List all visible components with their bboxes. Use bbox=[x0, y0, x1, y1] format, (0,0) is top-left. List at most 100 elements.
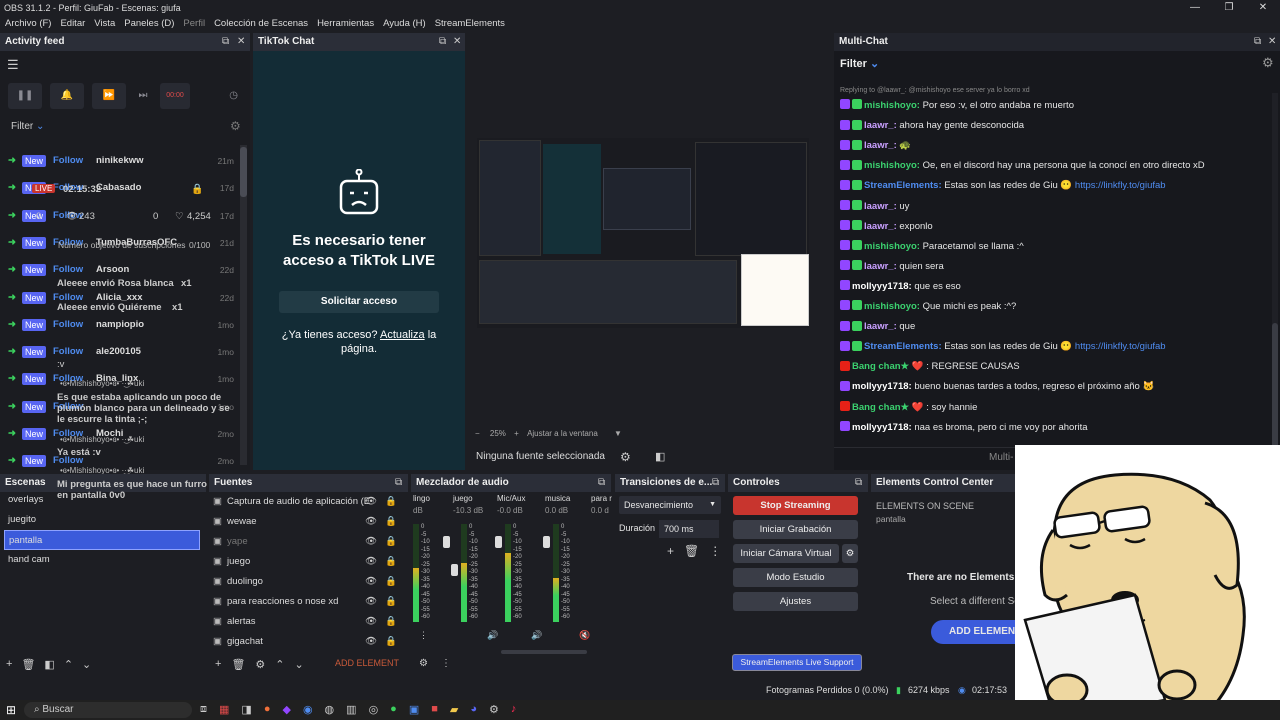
volume-slider[interactable] bbox=[451, 564, 458, 576]
trash-icon[interactable]: 🗑 bbox=[684, 544, 699, 558]
volume-slider[interactable] bbox=[495, 536, 502, 548]
zoom-in-icon[interactable]: + bbox=[514, 429, 519, 438]
chat-user[interactable]: mollyyy1718: bbox=[852, 281, 912, 292]
chat-user[interactable]: Bang chan★ ❤️ bbox=[852, 402, 924, 413]
chat-link[interactable]: https://linkfly.to/giufab bbox=[1075, 180, 1166, 191]
twitch-app-icon[interactable]: ◆ bbox=[282, 703, 290, 716]
taskbar-search[interactable]: ⌕ Buscar bbox=[24, 702, 192, 718]
float-icon[interactable]: ⧉ bbox=[855, 474, 862, 492]
chat-input[interactable]: Multi- bbox=[989, 452, 1013, 463]
add-icon[interactable]: + bbox=[215, 658, 221, 671]
close-icon[interactable]: ✕ bbox=[453, 33, 461, 51]
settings-app-icon[interactable]: ⚙ bbox=[489, 703, 499, 716]
filter-icon[interactable]: ◧ bbox=[44, 658, 54, 671]
filter-icon[interactable]: ◧ bbox=[655, 446, 665, 468]
gear-icon[interactable]: ⚙ bbox=[230, 119, 241, 133]
gear-icon[interactable]: ⚙ bbox=[842, 544, 858, 563]
minimize-button[interactable]: — bbox=[1178, 0, 1212, 16]
windows-icon[interactable]: ⊞ bbox=[6, 703, 16, 717]
activity-scrollbar[interactable] bbox=[240, 145, 247, 465]
chat-user[interactable]: Bang chan★ ❤️ bbox=[852, 361, 924, 372]
visibility-eye-icon[interactable]: 👁 bbox=[365, 492, 377, 512]
hamburger-icon[interactable]: ☰ bbox=[7, 57, 19, 73]
menu-ayuda[interactable]: Ayuda (H) bbox=[383, 16, 426, 32]
chevron-down-icon[interactable]: ▼ bbox=[614, 429, 622, 438]
float-icon[interactable]: ⧉ bbox=[1254, 33, 1261, 51]
zoom-out-icon[interactable]: − bbox=[475, 429, 480, 438]
chat-user[interactable]: StreamElements: bbox=[864, 341, 942, 352]
visibility-eye-icon[interactable]: 👁 bbox=[365, 532, 377, 552]
menu-coleccion-escenas[interactable]: Colección de Escenas bbox=[214, 16, 308, 32]
task-view-icon[interactable]: ⧈ bbox=[200, 703, 207, 716]
program-preview[interactable] bbox=[477, 138, 809, 328]
next-icon[interactable]: ⏭ bbox=[134, 83, 152, 109]
browser-app-icon[interactable]: ● bbox=[264, 703, 271, 716]
float-icon[interactable]: ⧉ bbox=[712, 474, 719, 492]
up-icon[interactable]: ⌃ bbox=[275, 658, 284, 671]
up-icon[interactable]: ⌃ bbox=[64, 658, 73, 671]
mixer-settings-icon[interactable]: ⚙ bbox=[419, 658, 428, 669]
volume-slider[interactable] bbox=[543, 536, 550, 548]
source-item[interactable]: ▣ para reacciones o nose xd 👁 🔒 bbox=[213, 592, 409, 612]
speaker-icon[interactable]: 🔊 bbox=[531, 630, 542, 641]
chat-user[interactable]: mollyyy1718: bbox=[852, 381, 912, 392]
chat-user[interactable]: laawr_: bbox=[864, 120, 897, 131]
settings-button[interactable]: Ajustes bbox=[733, 592, 858, 611]
source-item[interactable]: ▣ duolingo 👁 🔒 bbox=[213, 572, 409, 592]
start-recording-button[interactable]: Iniciar Grabación bbox=[733, 520, 858, 539]
lock-icon[interactable]: 🔒 bbox=[385, 512, 397, 532]
chat-user[interactable]: laawr_: bbox=[864, 140, 897, 151]
source-item[interactable]: ▣ alertas 👁 🔒 bbox=[213, 612, 409, 632]
menu-paneles[interactable]: Paneles (D) bbox=[124, 16, 174, 32]
chat-user[interactable]: mishishoyo: bbox=[864, 241, 920, 252]
close-icon[interactable]: ✕ bbox=[1268, 33, 1276, 51]
chevron-down-icon[interactable]: ⌄ bbox=[82, 658, 91, 671]
feed-row[interactable]: ➜ New Follow ale200105 1mo bbox=[0, 342, 240, 362]
scene-item[interactable]: hand cam bbox=[4, 550, 200, 570]
start-virtual-camera-button[interactable]: Iniciar Cámara Virtual bbox=[733, 544, 839, 563]
feed-row[interactable]: ➜ New Follow nampiopio 1mo bbox=[0, 315, 240, 335]
chat-link[interactable]: https://linkfly.to/giufab bbox=[1075, 341, 1166, 352]
mute-icon[interactable]: 🔇 bbox=[579, 630, 590, 641]
visibility-eye-icon[interactable]: 👁 bbox=[365, 632, 377, 652]
discord2-app-icon[interactable]: ◕ bbox=[470, 703, 477, 716]
menu-editar[interactable]: Editar bbox=[60, 16, 85, 32]
duration-input[interactable]: 700 ms bbox=[659, 520, 719, 538]
multichat-filter-dropdown[interactable]: Filter ⌄ bbox=[840, 57, 879, 70]
menu-herramientas[interactable]: Herramientas bbox=[317, 16, 374, 32]
speaker-icon[interactable]: ⋮ bbox=[419, 630, 428, 641]
float-icon[interactable]: ⧉ bbox=[598, 474, 605, 492]
tiktok-app-icon[interactable]: ♪ bbox=[511, 703, 517, 716]
add-icon[interactable]: + bbox=[667, 544, 674, 558]
live-support-button[interactable]: StreamElements Live Support bbox=[732, 654, 862, 671]
pause-button[interactable]: ❚❚ bbox=[8, 83, 42, 109]
more-icon[interactable]: ⋮ bbox=[441, 658, 451, 669]
add-element-button[interactable]: ADD ELEMENT bbox=[335, 658, 399, 668]
chevron-down-icon[interactable]: ⌄ bbox=[295, 658, 304, 671]
chat-user[interactable]: laawr_: bbox=[864, 201, 897, 212]
visibility-eye-icon[interactable]: 👁 bbox=[365, 552, 377, 572]
more-icon[interactable]: ⋮ bbox=[709, 544, 721, 558]
lock-icon[interactable]: 🔒 bbox=[385, 632, 397, 652]
trash-icon[interactable]: 🗑 bbox=[21, 658, 35, 671]
chat-user[interactable]: laawr_: bbox=[864, 261, 897, 272]
studio-mode-button[interactable]: Modo Estudio bbox=[733, 568, 858, 587]
add-icon[interactable]: + bbox=[6, 658, 12, 671]
scene-item[interactable]: juegito bbox=[4, 510, 200, 530]
visibility-eye-icon[interactable]: 👁 bbox=[365, 612, 377, 632]
filter-dropdown[interactable]: Filter ⌄ bbox=[11, 121, 44, 132]
chat-user[interactable]: mishishoyo: bbox=[864, 301, 920, 312]
history-icon[interactable]: ◷ bbox=[198, 83, 238, 109]
gear-icon[interactable]: ⚙ bbox=[620, 446, 631, 468]
maximize-button[interactable]: ❐ bbox=[1212, 0, 1246, 16]
lock-icon[interactable]: 🔒 bbox=[385, 552, 397, 572]
lock-icon[interactable]: 🔒 bbox=[385, 612, 397, 632]
scene-item[interactable]: pantalla bbox=[4, 530, 200, 550]
float-icon[interactable]: ⧉ bbox=[395, 474, 402, 492]
file-app-icon[interactable]: ◨ bbox=[241, 703, 251, 716]
lock-icon[interactable]: 🔒 bbox=[385, 572, 397, 592]
menu-perfil[interactable]: Perfil bbox=[183, 16, 205, 32]
bell-button[interactable]: 🔔 bbox=[50, 83, 84, 109]
float-icon[interactable]: ⧉ bbox=[439, 33, 446, 51]
chat-user[interactable]: laawr_: bbox=[864, 321, 897, 332]
